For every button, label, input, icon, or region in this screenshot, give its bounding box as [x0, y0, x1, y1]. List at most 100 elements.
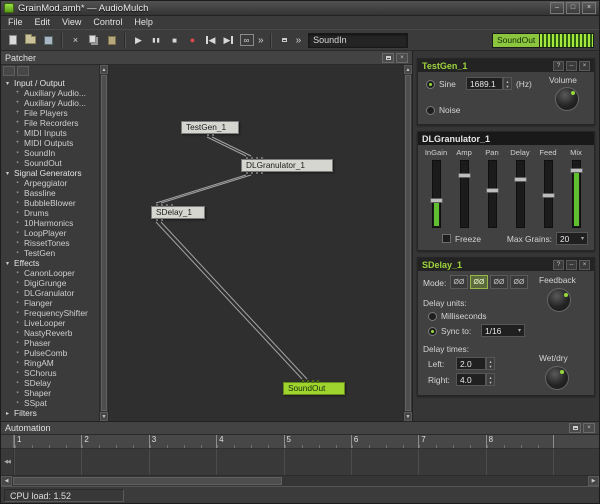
slider-handle[interactable] [458, 173, 471, 178]
new-file-icon[interactable] [4, 32, 21, 49]
patch-cord[interactable] [207, 137, 246, 156]
save-icon[interactable] [40, 32, 57, 49]
tree-row[interactable]: ▪ CanonLooper [1, 268, 99, 278]
delay-mode-button[interactable]: ØØ [450, 275, 468, 289]
tree-row[interactable]: ▾ Signal Generators [1, 168, 99, 178]
frequency-value[interactable]: 1689.1 [466, 77, 503, 90]
tree-row[interactable]: ▪ SSpat [1, 398, 99, 408]
tree-row[interactable]: ▪ DLGranulator [1, 288, 99, 298]
pause-button[interactable]: ▮▮ [148, 32, 165, 49]
noise-radio[interactable] [426, 106, 435, 115]
float-panel-icon[interactable] [569, 423, 581, 433]
right-delay-spinner[interactable] [486, 373, 495, 386]
tree-row[interactable]: ▾ Effects [1, 258, 99, 268]
menu-item[interactable]: View [56, 16, 87, 29]
close-button[interactable]: × [582, 2, 596, 14]
tree-row[interactable]: + Auxiliary Audio... [1, 98, 99, 108]
tree-row[interactable]: + MIDI Inputs [1, 128, 99, 138]
automation-track[interactable]: ◀◀ [1, 449, 599, 475]
tree-row[interactable]: ▪ Phaser [1, 338, 99, 348]
tree-row[interactable]: ▪ SoundOut [1, 158, 99, 168]
tree-row[interactable]: ▪ LiveLooper [1, 318, 99, 328]
rewind-button[interactable]: ◀ [202, 32, 219, 49]
details-view-icon[interactable] [17, 66, 29, 76]
loop-button[interactable]: ∞ [238, 32, 255, 49]
max-grains-dropdown[interactable]: 20 [556, 232, 588, 245]
tree-row[interactable]: ▪ TestGen [1, 248, 99, 258]
scroll-down-icon[interactable]: ▼ [100, 412, 108, 421]
left-delay-spinner[interactable] [486, 357, 495, 370]
ruler-segment[interactable]: 7 [418, 435, 485, 448]
record-button[interactable]: ● [184, 32, 201, 49]
minimize-button[interactable]: – [550, 2, 564, 14]
copy-icon[interactable] [85, 32, 102, 49]
tree-row[interactable]: ▪ FrequencyShifter [1, 308, 99, 318]
milliseconds-radio[interactable] [428, 312, 437, 321]
menu-item[interactable]: Help [128, 16, 159, 29]
close-icon[interactable]: × [579, 61, 590, 71]
ruler-segment[interactable]: 4 [216, 435, 283, 448]
patcher-view-icon[interactable] [276, 32, 293, 49]
input-port[interactable] [317, 380, 319, 383]
output-port[interactable] [261, 171, 263, 174]
soundout-meter[interactable]: SoundOut [492, 33, 594, 48]
toolbar-overflow-button[interactable]: » [294, 35, 304, 46]
timeline-ruler[interactable]: 1 2 3 4 5 [1, 435, 599, 449]
tree-row[interactable]: + File Players [1, 108, 99, 118]
paste-icon[interactable] [103, 32, 120, 49]
menu-item[interactable]: Edit [29, 16, 57, 29]
input-port[interactable] [161, 204, 163, 207]
input-port[interactable] [251, 157, 253, 160]
node-dlgranulator[interactable]: DLGranulator_1 [241, 159, 333, 172]
slider[interactable] [544, 160, 553, 228]
collapse-icon[interactable]: -- [566, 61, 577, 71]
input-port[interactable] [246, 157, 248, 160]
output-port[interactable] [207, 133, 209, 136]
help-icon[interactable]: ? [553, 61, 564, 71]
tree-row[interactable]: ▪ Bassline [1, 188, 99, 198]
patch-cord[interactable] [161, 175, 251, 203]
close-panel-icon[interactable]: × [583, 423, 595, 433]
tree-row[interactable]: ▪ SoundIn [1, 148, 99, 158]
output-port[interactable] [212, 133, 214, 136]
tree-row[interactable]: ▪ DigiGrunge [1, 278, 99, 288]
frequency-spinner[interactable] [503, 77, 512, 90]
ruler-segment[interactable]: 6 [351, 435, 418, 448]
output-port[interactable] [156, 218, 158, 221]
collapse-icon[interactable]: -- [566, 260, 577, 270]
scroll-down-icon[interactable]: ▼ [404, 412, 412, 421]
tree-row[interactable]: ▪ Shaper [1, 388, 99, 398]
slider-handle[interactable] [542, 193, 555, 198]
slider-handle[interactable] [514, 177, 527, 182]
tree-row[interactable]: ▪ RingAM [1, 358, 99, 368]
track-collapse-arrows-icon[interactable]: ◀◀ [1, 449, 14, 475]
sync-to-radio[interactable] [428, 327, 437, 336]
close-icon[interactable]: × [579, 260, 590, 270]
slider[interactable] [488, 160, 497, 228]
slider-handle[interactable] [430, 198, 443, 203]
input-port[interactable] [171, 204, 173, 207]
stop-button[interactable]: ■ [166, 32, 183, 49]
tree-row[interactable]: ▸ Filters [1, 408, 99, 418]
open-file-icon[interactable] [22, 32, 39, 49]
delay-mode-button[interactable]: ØØ [490, 275, 508, 289]
ruler-segment[interactable]: 2 [81, 435, 148, 448]
maximize-button[interactable]: □ [566, 2, 580, 14]
list-view-icon[interactable] [3, 66, 15, 76]
delay-mode-button[interactable]: ØØ [470, 275, 488, 289]
slider-handle[interactable] [570, 168, 583, 173]
tree-row[interactable]: ▪ PulseComb [1, 348, 99, 358]
timeline-scrollbar[interactable]: ◀ ▶ [1, 475, 599, 486]
slider[interactable] [516, 160, 525, 228]
ruler-segment[interactable]: 3 [149, 435, 216, 448]
node-sdelay[interactable]: SDelay_1 [151, 206, 205, 219]
input-port[interactable] [302, 380, 304, 383]
tree-row[interactable]: ▪ RissetTones [1, 238, 99, 248]
cut-icon[interactable]: × [67, 32, 84, 49]
patch-cord[interactable] [212, 137, 251, 156]
scroll-up-icon[interactable]: ▲ [100, 65, 108, 74]
slider-handle[interactable] [486, 188, 499, 193]
sine-radio[interactable] [426, 80, 435, 89]
wetdry-knob[interactable] [545, 366, 569, 390]
scroll-left-icon[interactable]: ◀ [1, 476, 12, 486]
